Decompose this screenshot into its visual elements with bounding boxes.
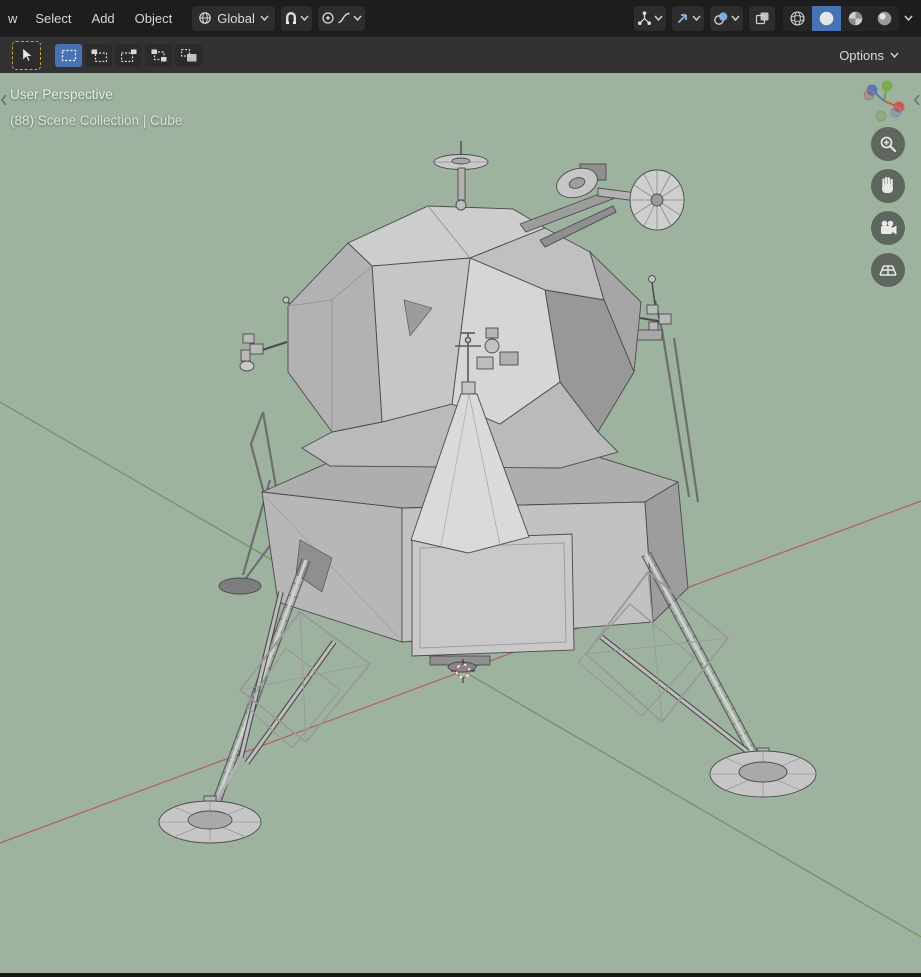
sidebar-region-toggle-icon[interactable] xyxy=(913,93,921,112)
footpad-rear-left xyxy=(218,577,262,595)
select-invert-icon xyxy=(151,49,166,61)
xray-toggle[interactable] xyxy=(749,5,775,31)
gizmo-y-axis xyxy=(881,80,893,92)
top-dish-antenna xyxy=(433,141,489,211)
falloff-curve-icon xyxy=(337,11,351,25)
blender-window: User Perspective (88) Scene Collection |… xyxy=(0,0,921,977)
proportional-edit-controls[interactable] xyxy=(317,5,365,31)
select-mode-subtract-button[interactable] xyxy=(115,43,142,67)
grid-icon xyxy=(879,265,897,276)
snap-controls[interactable] xyxy=(280,5,312,31)
navigation-gizmo[interactable] xyxy=(856,73,912,129)
viewport-gizmos-toggle[interactable] xyxy=(672,5,704,31)
camera-view-button[interactable] xyxy=(871,211,905,245)
select-mode-invert-button[interactable] xyxy=(145,43,172,67)
select-intersect-icon xyxy=(180,48,196,61)
viewport-perspective-label: User Perspective xyxy=(10,87,113,102)
overlays-toggle[interactable] xyxy=(710,5,743,31)
show-gizmo-dropdown[interactable] xyxy=(634,5,666,31)
chevron-down-icon xyxy=(300,15,309,21)
wireframe-sphere-icon xyxy=(790,10,805,26)
overlays-icon xyxy=(713,11,729,26)
camera-icon xyxy=(881,220,897,235)
material-sphere-icon xyxy=(848,11,863,25)
zoom-button[interactable] xyxy=(871,127,905,161)
select-mode-group xyxy=(55,43,202,67)
lunar-lander-model[interactable] xyxy=(158,141,817,844)
orientation-globe-icon xyxy=(198,11,212,25)
xray-icon xyxy=(755,12,768,24)
chevron-down-icon[interactable] xyxy=(904,15,913,21)
shading-solid-button[interactable] xyxy=(812,5,841,31)
select-mode-extend-button[interactable] xyxy=(85,43,112,67)
toolbar-region-toggle-icon[interactable] xyxy=(0,93,8,112)
magnet-icon xyxy=(284,11,298,25)
active-tool-tweak-button[interactable] xyxy=(12,40,41,70)
select-subtract-icon xyxy=(120,49,136,62)
shading-material-button[interactable] xyxy=(841,6,870,31)
solid-sphere-icon xyxy=(819,11,834,25)
cursor-arrow-icon xyxy=(22,47,33,62)
window-bottom-edge xyxy=(0,973,921,977)
shading-rendered-button[interactable] xyxy=(870,6,899,31)
select-mode-intersect-button[interactable] xyxy=(175,43,202,67)
shading-wireframe-button[interactable] xyxy=(783,6,812,31)
chevron-down-icon xyxy=(731,15,740,21)
orientation-value: Global xyxy=(217,10,255,26)
chevron-down-icon xyxy=(353,15,362,21)
viewport-breadcrumb: (88) Scene Collection | Cube xyxy=(10,113,183,128)
menu-object[interactable]: Object xyxy=(125,8,183,29)
hand-icon xyxy=(882,176,893,193)
chevron-down-icon xyxy=(260,15,269,21)
proportional-circle-icon xyxy=(321,11,335,25)
scene-canvas xyxy=(0,141,921,938)
chevron-down-icon xyxy=(890,52,899,58)
zoom-icon xyxy=(880,136,897,153)
tool-settings-bar: Options xyxy=(0,36,921,73)
menu-view-truncated[interactable]: w xyxy=(8,11,17,26)
pan-button[interactable] xyxy=(871,169,905,203)
footpad-front-left xyxy=(158,800,262,844)
perspective-grid-button[interactable] xyxy=(871,253,905,287)
footpad-front-right xyxy=(709,750,817,798)
menu-select[interactable]: Select xyxy=(25,8,81,29)
shading-mode-group xyxy=(783,5,899,31)
topbar: w Select Add Object Global xyxy=(0,0,921,36)
select-extend-icon xyxy=(91,49,107,62)
rendered-sphere-icon xyxy=(877,11,892,25)
menu-add[interactable]: Add xyxy=(82,8,125,29)
select-box-icon xyxy=(61,49,76,61)
select-mode-new-button[interactable] xyxy=(55,43,82,67)
transform-orientation-dropdown[interactable]: Global xyxy=(192,5,275,31)
gizmo-icon xyxy=(637,10,652,26)
options-dropdown[interactable]: Options xyxy=(829,44,909,67)
3d-viewport[interactable]: User Perspective (88) Scene Collection |… xyxy=(0,73,921,973)
chevron-down-icon xyxy=(692,15,701,21)
navigate-arrow-icon xyxy=(675,11,690,26)
chevron-down-icon xyxy=(654,15,663,21)
options-label: Options xyxy=(839,47,884,63)
